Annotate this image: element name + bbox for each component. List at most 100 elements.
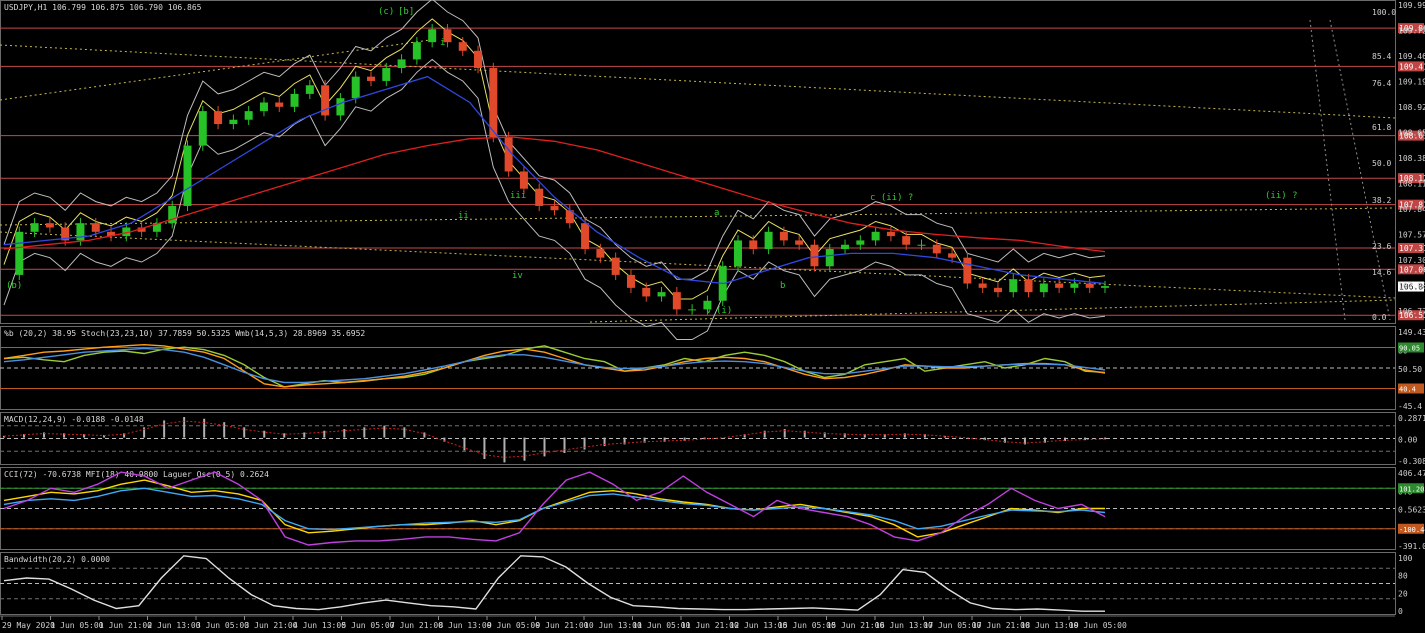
candle-body-61 (932, 244, 941, 254)
time-label-11: 9 Jun 21:00 (536, 621, 589, 630)
fib-label-1: 85.4 (1372, 52, 1391, 61)
wave-label-6: v (706, 306, 711, 316)
indicator-0-axis-label-4: -45.4 (1398, 402, 1422, 411)
fib-fan-0 (1309, 19, 1346, 321)
price-tag-1: 109.419 (1398, 61, 1425, 72)
wave-label-5: iv (512, 271, 523, 281)
time-label-7: 5 Jun 05:00 (342, 621, 395, 630)
wave-label-1: [b] (398, 7, 414, 17)
indicator-1-axis-label-1: 0.00 (1398, 436, 1417, 445)
fib-label-8: 0.0 (1372, 313, 1387, 322)
wave-label-0: (c) (378, 7, 394, 17)
wave-label-10: c (ii) ? (870, 193, 913, 203)
time-label-4: 3 Jun 05:00 (196, 621, 249, 630)
candle-body-31 (474, 50, 483, 69)
candle-body-3 (45, 223, 54, 228)
price-axis-label-2: 109.460 (1398, 52, 1425, 61)
time-label-0: 29 May 2020 (2, 621, 55, 630)
candle-body-69 (1055, 283, 1064, 288)
main-panel[interactable] (0, 0, 1396, 324)
macd-signal-line (3, 420, 1106, 458)
indicator-2-green-tag: 101.2030 (1399, 485, 1425, 493)
candle-body-39 (596, 249, 605, 258)
candle-body-34 (519, 171, 528, 189)
candle-body-63 (963, 257, 972, 284)
candle-body-55 (841, 244, 850, 250)
candle-body-44 (672, 292, 681, 310)
candle-body-30 (458, 42, 467, 51)
candle-body-56 (856, 240, 865, 245)
candle-body-54 (825, 249, 834, 267)
candle-body-40 (611, 257, 620, 275)
indicator-0-series-2 (3, 347, 1106, 384)
candle-body-70 (1070, 283, 1079, 288)
candle-body-43 (657, 292, 666, 297)
trend-line-0 (0, 44, 1396, 119)
price-axis-label-8: 107.845 (1398, 205, 1425, 214)
candle-body-32 (489, 68, 498, 137)
price-axis-label-10: 107.305 (1398, 256, 1425, 265)
fib-label-3: 61.8 (1372, 123, 1391, 132)
candle-body-42 (642, 287, 651, 297)
indicator-0-orange-tag: 40.4 (1399, 386, 1416, 394)
trading-chart: (c) [b]iiiiiiivv (i)abc (ii) ? (ii) ?(b) %b… (0, 0, 1425, 630)
wave-label-2: i (440, 38, 445, 48)
price-tag-text-1: 109.419 (1399, 62, 1425, 71)
wave-label-8: a (714, 208, 719, 218)
candle-body-23 (351, 76, 360, 99)
price-axis-label-6: 108.380 (1398, 154, 1425, 163)
candle-body-18 (275, 102, 284, 107)
candle-body-35 (535, 188, 544, 206)
candle-body-17 (259, 102, 268, 112)
trend-line-3 (0, 231, 1396, 299)
wave-label-7: (i) (716, 306, 732, 316)
time-label-6: 4 Jun 13:00 (293, 621, 346, 630)
candle-body-64 (978, 283, 987, 288)
candle-body-53 (810, 244, 819, 267)
symbol-header: USDJPY,H1 106.799 106.875 106.790 106.86… (4, 3, 202, 12)
panel-borders (0, 0, 1396, 615)
time-label-2: 1 Jun 21:00 (99, 621, 152, 630)
candle-body-27 (412, 42, 421, 60)
candle-body-16 (244, 111, 253, 120)
candle-body-15 (229, 119, 238, 125)
price-axis-label-9: 107.575 (1398, 231, 1425, 240)
fib-label-5: 38.2 (1372, 196, 1391, 205)
candle-body-49 (749, 240, 758, 250)
price-axis-label-0: 109.995 (1398, 1, 1425, 10)
price-axis-label-4: 108.920 (1398, 103, 1425, 112)
upper-band (3, 0, 1106, 280)
candle-body-12 (183, 145, 192, 206)
candle-body-62 (948, 253, 957, 258)
candle-body-20 (305, 85, 314, 94)
indicator-0-axis-label-2: 50.50 (1398, 365, 1422, 374)
candle-body-57 (871, 231, 880, 241)
indicator-label-0: %b (20,2) 38.95 Stoch(23,23,10) 37.7859 … (4, 329, 365, 338)
wave-label-9: b (780, 281, 785, 291)
time-label-8: 7 Jun 21:00 (390, 621, 443, 630)
candle-body-48 (734, 240, 742, 267)
indicator-2-axis-label-2: 0.5623 (1398, 506, 1425, 515)
price-axis-label-3: 109.190 (1398, 78, 1425, 87)
time-label-22: 19 Jun 05:00 (1069, 621, 1127, 630)
candle-body-41 (626, 274, 635, 288)
time-label-3: 2 Jun 13:00 (148, 621, 201, 630)
trend-line-2 (0, 207, 1396, 226)
price-axis-label-5: 108.650 (1398, 129, 1425, 138)
indicator-1-axis-label-2: -0.3085 (1398, 457, 1425, 466)
candle-body-6 (91, 223, 100, 232)
time-label-5: 3 Jun 21:00 (245, 621, 298, 630)
wave-label-4: iii (510, 191, 526, 201)
indicator-layer: %b (20,2) 38.95 Stoch(23,23,10) 37.7859 … (0, 328, 1425, 616)
candle-body-68 (1039, 283, 1048, 293)
candle-body-26 (397, 59, 406, 69)
candle-body-22 (336, 98, 345, 116)
candle-body-72 (1101, 286, 1109, 288)
candle-body-24 (367, 76, 375, 81)
candle-body-45 (688, 309, 697, 311)
fib-label-6: 23.6 (1372, 242, 1391, 251)
indicator-2-axis-label-0: 406.4782 (1398, 469, 1425, 478)
candle-body-66 (1009, 279, 1018, 293)
price-axis-label-12: 106.770 (1398, 307, 1425, 316)
price-axis: 109.863109.419108.616108.122107.815107.3… (1372, 1, 1425, 322)
